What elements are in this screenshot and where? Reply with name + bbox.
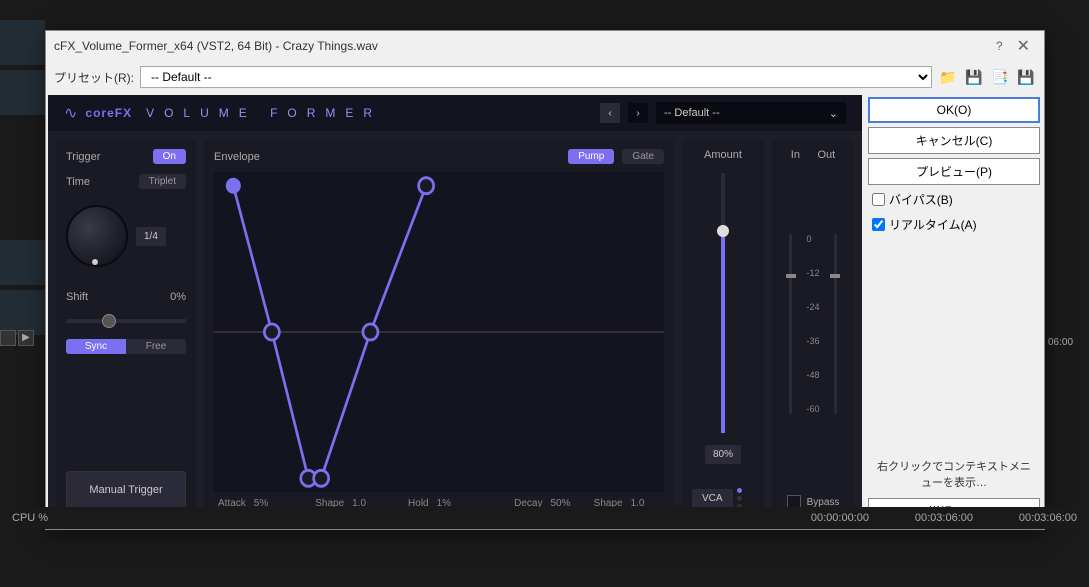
trigger-label: Trigger — [66, 151, 100, 163]
vca-button[interactable]: VCA — [692, 489, 733, 508]
shift-slider-thumb[interactable] — [102, 314, 116, 328]
cpu-label: CPU % — [12, 512, 48, 524]
bg-waveform — [0, 70, 45, 115]
chevron-down-icon: ⌄ — [829, 107, 838, 120]
preset-label: プリセット(R): — [54, 69, 134, 86]
plugin-ui: ∿ coreFX VOLUME FORMER ‹ › -- Default --… — [48, 95, 862, 527]
in-fader[interactable] — [789, 234, 792, 414]
copy-icon[interactable]: 📑 — [990, 67, 1010, 87]
amount-slider-thumb[interactable] — [717, 225, 729, 237]
sync-button[interactable]: Sync — [66, 339, 126, 354]
window-title: cFX_Volume_Former_x64 (VST2, 64 Bit) - C… — [54, 39, 996, 53]
product-label: VOLUME FORMER — [146, 106, 382, 120]
amount-label: Amount — [704, 149, 742, 161]
io-panel: In Out 0 -12 -24 -36 -48 -60 — [772, 139, 854, 519]
out-label: Out — [817, 149, 835, 161]
cancel-button[interactable]: キャンセル(C) — [868, 127, 1040, 154]
time-length-1: 00:03:06:00 — [893, 512, 973, 524]
in-label: In — [791, 149, 800, 161]
envelope-graph[interactable] — [214, 172, 664, 492]
bg-timeline-marker: 06:00 — [1046, 335, 1089, 350]
out-fader[interactable] — [834, 234, 837, 414]
preset-prev-button[interactable]: ‹ — [600, 103, 620, 123]
trigger-on-toggle[interactable]: On — [153, 149, 186, 164]
realtime-checkbox[interactable]: リアルタイム(A) — [868, 214, 1040, 235]
bg-waveform — [0, 240, 45, 285]
shift-value: 0% — [170, 291, 186, 303]
bg-play-button[interactable]: ▶ — [18, 330, 34, 346]
ok-button[interactable]: OK(O) — [868, 97, 1040, 123]
context-hint: 右クリックでコンテキストメニューを表示… — [868, 454, 1040, 494]
pump-button[interactable]: Pump — [568, 149, 614, 164]
host-preset-select[interactable]: -- Default -- — [140, 66, 932, 88]
shift-slider[interactable] — [66, 319, 186, 323]
amount-slider-fill — [721, 225, 725, 433]
time-length-2: 00:03:06:00 — [997, 512, 1077, 524]
preset-next-button[interactable]: › — [628, 103, 648, 123]
manual-trigger-button[interactable]: Manual Trigger — [66, 471, 186, 509]
time-value[interactable]: 1/4 — [136, 227, 166, 246]
dialog-sidebar: OK(O) キャンセル(C) プレビュー(P) バイパス(B) リアルタイム(A… — [864, 93, 1044, 529]
bypass-host-checkbox[interactable]: バイパス(B) — [868, 189, 1040, 210]
amount-panel: Amount 80% VCA — [682, 139, 764, 519]
trigger-panel: Trigger On Time Triplet 1/4 Shift 0% — [56, 139, 196, 519]
plugin-preset-value: -- Default -- — [664, 107, 720, 119]
bg-waveform — [0, 20, 45, 65]
plugin-dialog: cFX_Volume_Former_x64 (VST2, 64 Bit) - C… — [45, 30, 1045, 530]
bg-stop-button[interactable] — [0, 330, 16, 346]
envelope-panel: Envelope Pump Gate — [204, 139, 674, 519]
plugin-header: ∿ coreFX VOLUME FORMER ‹ › -- Default --… — [48, 95, 862, 131]
db-scale: 0 -12 -24 -36 -48 -60 — [806, 234, 819, 414]
amount-value[interactable]: 80% — [705, 445, 741, 464]
bg-waveform — [0, 290, 45, 335]
triplet-toggle[interactable]: Triplet — [139, 174, 186, 189]
envelope-label: Envelope — [214, 151, 260, 163]
logo-icon: ∿ — [64, 103, 77, 123]
save-icon[interactable]: 💾 — [964, 67, 984, 87]
status-bar: CPU % 00:00:00:00 00:03:06:00 00:03:06:0… — [0, 507, 1089, 529]
preset-row: プリセット(R): -- Default -- 📁 💾 📑 💾 — [46, 61, 1044, 93]
vca-led-2 — [737, 496, 742, 501]
close-button[interactable]: ✕ — [1011, 36, 1036, 56]
plugin-preset-dropdown[interactable]: -- Default -- ⌄ — [656, 102, 846, 124]
save-as-icon[interactable]: 💾 — [1016, 67, 1036, 87]
titlebar[interactable]: cFX_Volume_Former_x64 (VST2, 64 Bit) - C… — [46, 31, 1044, 61]
gate-button[interactable]: Gate — [622, 149, 664, 164]
vca-led-1 — [737, 488, 742, 493]
bypass-label: Bypass — [807, 497, 840, 508]
time-label: Time — [66, 176, 90, 188]
time-position: 00:00:00:00 — [789, 512, 869, 524]
shift-label: Shift — [66, 291, 88, 303]
preview-button[interactable]: プレビュー(P) — [868, 158, 1040, 185]
folder-icon[interactable]: 📁 — [938, 67, 958, 87]
free-button[interactable]: Free — [126, 339, 186, 354]
brand-label: coreFX — [85, 106, 132, 120]
help-button[interactable]: ? — [996, 39, 1003, 53]
time-knob[interactable] — [66, 205, 128, 267]
